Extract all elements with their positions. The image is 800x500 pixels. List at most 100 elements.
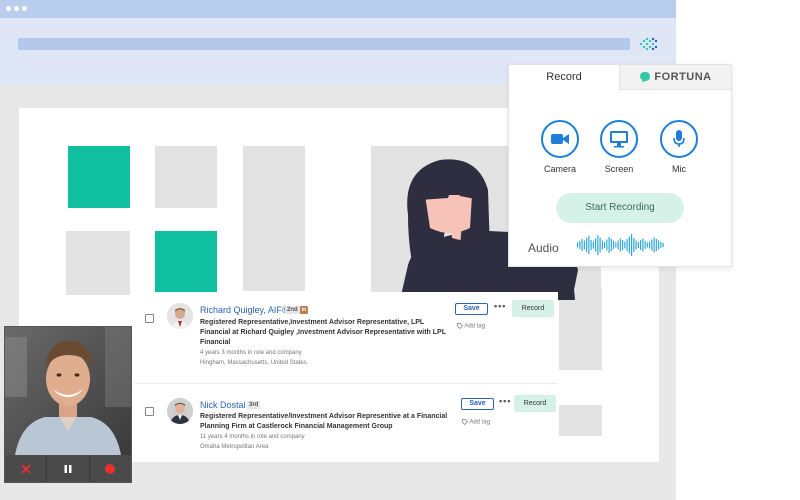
pause-button[interactable] [47,455,90,482]
window-dot[interactable] [22,6,27,11]
add-tag-button[interactable]: Add tag [457,323,485,330]
audio-bar [606,239,608,251]
tag-icon [462,419,468,425]
audio-bar [610,239,612,251]
record-button[interactable]: Record [514,395,556,412]
brand-mark-icon [639,37,658,51]
audio-bar [604,242,606,248]
audio-bar [660,242,662,248]
screen-source-label: Screen [604,164,634,174]
audio-bar [577,242,579,248]
audio-bar [658,240,660,250]
result-card: Nick Dostal 3rd Registered Representativ… [134,388,558,462]
select-checkbox[interactable] [145,314,154,323]
add-tag-label: Add tag [464,323,486,330]
tab-fortuna[interactable]: FORTUNA [619,65,731,90]
result-card: Richard Quigley, AIF® 2nd in Registered … [134,292,558,384]
audio-bar [595,238,597,252]
audio-bar [588,236,590,254]
mic-source-button[interactable]: Mic [659,120,699,174]
record-icon [105,463,116,474]
contact-location: Omaha Metropolitan Area [200,444,269,450]
camera-source-button[interactable]: Camera [540,120,580,174]
webcam-feed-image [5,327,131,455]
audio-bar [631,234,633,256]
audio-bar [633,238,635,252]
more-options-icon[interactable]: ••• [494,301,506,311]
browser-titlebar [0,0,676,18]
audio-bar [608,237,610,253]
microphone-icon [673,130,685,147]
more-options-icon[interactable]: ••• [499,396,511,406]
save-button[interactable]: Save [455,303,488,315]
recorder-tabs: Record FORTUNA [509,65,731,90]
audio-bar [617,240,619,250]
placeholder-tile-teal [155,231,217,293]
mic-source-circle [660,120,698,158]
tab-record[interactable]: Record [509,65,619,90]
pause-icon [64,464,72,473]
screen-source-circle [600,120,638,158]
avatar-photo [167,398,193,424]
save-button[interactable]: Save [461,398,494,410]
audio-bar [601,240,603,250]
audio-bar [613,241,615,249]
linkedin-badge-icon: in [300,306,308,314]
placeholder-panel [559,288,602,370]
start-recording-button[interactable]: Start Recording [556,193,684,223]
audio-bar [646,242,648,248]
screen-source-button[interactable]: Screen [599,120,639,174]
tab-fortuna-label: FORTUNA [654,71,712,83]
audio-bar [637,242,639,248]
audio-bar [624,241,626,249]
contact-name[interactable]: Nick Dostal [200,400,246,410]
audio-bar [590,240,592,250]
webcam-preview [4,326,132,483]
placeholder-panel [559,405,602,436]
connection-degree-badge: 2nd [285,306,300,314]
placeholder-tile [155,146,217,208]
avatar[interactable] [167,303,193,329]
stage: Record FORTUNA Camera Screen Mic Start R… [0,0,800,500]
add-tag-button[interactable]: Add tag [462,419,490,426]
contact-name[interactable]: Richard Quigley, AIF® [200,305,289,315]
audio-bar [619,238,621,252]
audio-bar [626,239,628,251]
audio-bar [662,243,664,247]
stop-record-button[interactable] [90,455,131,482]
recorder-widget: Record FORTUNA Camera Screen Mic Start R… [508,64,732,267]
close-icon [21,463,31,474]
contact-headline: Registered Representative,Investment Adv… [200,319,446,346]
camera-icon [551,134,569,144]
audio-bar [579,241,581,249]
audio-waveform [577,234,664,256]
audio-bar [640,240,642,250]
audio-bar [635,240,637,250]
address-bar[interactable] [18,38,630,50]
camera-source-circle [541,120,579,158]
connection-degree-badge: 3rd [247,401,261,409]
window-dot[interactable] [14,6,19,11]
audio-bar [644,241,646,249]
audio-bar [642,238,644,252]
placeholder-tile-teal [68,146,130,208]
audio-bar [628,236,630,254]
placeholder-tile [66,231,130,295]
discard-button[interactable] [5,455,48,482]
window-dot[interactable] [6,6,11,11]
avatar[interactable] [167,398,193,424]
webcam-controls [5,455,131,482]
avatar-photo [167,303,193,329]
contact-tenure: 4 years 3 months in role and company [200,350,302,356]
audio-bar [649,241,651,249]
mic-source-label: Mic [672,164,686,174]
audio-bar [653,237,655,253]
select-checkbox[interactable] [145,407,154,416]
audio-bar [592,241,594,249]
audio-bar [599,237,601,253]
record-button[interactable]: Record [512,300,554,317]
tag-icon [457,323,463,329]
audio-label: Audio [528,241,559,255]
contact-tenure: 11 years 4 months in role and company [200,434,305,440]
audio-bar [622,240,624,250]
